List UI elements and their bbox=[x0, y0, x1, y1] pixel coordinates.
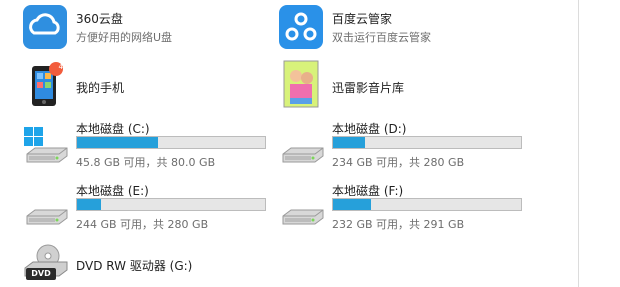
drive-usage-bar bbox=[332, 198, 522, 211]
baidu-cloud-icon bbox=[279, 5, 323, 49]
dvd-drive-icon bbox=[24, 244, 68, 280]
app-title: 我的手机 bbox=[76, 81, 125, 95]
drive-usage-bar bbox=[332, 136, 522, 149]
pane-divider bbox=[578, 0, 579, 287]
hard-drive-icon bbox=[26, 209, 68, 225]
app-title: 百度云管家 bbox=[332, 12, 393, 26]
drive-space-info: 244 GB 可用，共 280 GB bbox=[76, 218, 209, 231]
movie-poster-icon bbox=[283, 60, 319, 108]
drive-usage-fill bbox=[77, 199, 102, 210]
app-title: 迅雷影音片库 bbox=[332, 81, 405, 95]
drive-c[interactable]: 本地磁盘 (C:) 45.8 GB 可用，共 80.0 GB bbox=[18, 116, 268, 174]
notification-badge: 49 bbox=[58, 63, 68, 71]
windows-drive-icon bbox=[24, 127, 68, 163]
app-subtitle: 方便好用的网络U盘 bbox=[76, 31, 173, 44]
drive-label: 本地磁盘 (C:) bbox=[76, 122, 150, 136]
drive-usage-fill bbox=[333, 199, 371, 210]
drive-label: 本地磁盘 (E:) bbox=[76, 184, 149, 198]
drive-d[interactable]: 本地磁盘 (D:) 234 GB 可用，共 280 GB bbox=[274, 116, 524, 174]
app-baidu-cloud[interactable]: 百度云管家 双击运行百度云管家 bbox=[274, 2, 504, 52]
drive-label: DVD RW 驱动器 (G:) bbox=[76, 259, 193, 273]
hard-drive-icon bbox=[282, 147, 324, 163]
drive-e[interactable]: 本地磁盘 (E:) 244 GB 可用，共 280 GB bbox=[18, 178, 268, 236]
app-xunlei-library[interactable]: 迅雷影音片库 bbox=[274, 60, 504, 110]
drive-space-info: 234 GB 可用，共 280 GB bbox=[332, 156, 465, 169]
drive-usage-fill bbox=[333, 137, 365, 148]
drive-usage-bar bbox=[76, 136, 266, 149]
hard-drive-icon bbox=[282, 209, 324, 225]
drive-label: 本地磁盘 (F:) bbox=[332, 184, 404, 198]
drive-usage-fill bbox=[77, 137, 158, 148]
app-title: 360云盘 bbox=[76, 12, 123, 26]
360-cloud-icon bbox=[23, 5, 67, 49]
drive-g-dvd[interactable]: DVD DVD RW 驱动器 (G:) bbox=[18, 240, 268, 287]
drive-space-info: 45.8 GB 可用，共 80.0 GB bbox=[76, 156, 216, 169]
drive-label: 本地磁盘 (D:) bbox=[332, 122, 407, 136]
drive-f[interactable]: 本地磁盘 (F:) 232 GB 可用，共 291 GB bbox=[274, 178, 524, 236]
dvd-badge-text: DVD bbox=[31, 269, 51, 278]
drive-space-info: 232 GB 可用，共 291 GB bbox=[332, 218, 465, 231]
app-my-phone[interactable]: 49 我的手机 bbox=[18, 60, 248, 110]
app-360-cloud[interactable]: 360云盘 方便好用的网络U盘 bbox=[18, 2, 248, 52]
app-subtitle: 双击运行百度云管家 bbox=[332, 31, 431, 44]
drive-usage-bar bbox=[76, 198, 266, 211]
